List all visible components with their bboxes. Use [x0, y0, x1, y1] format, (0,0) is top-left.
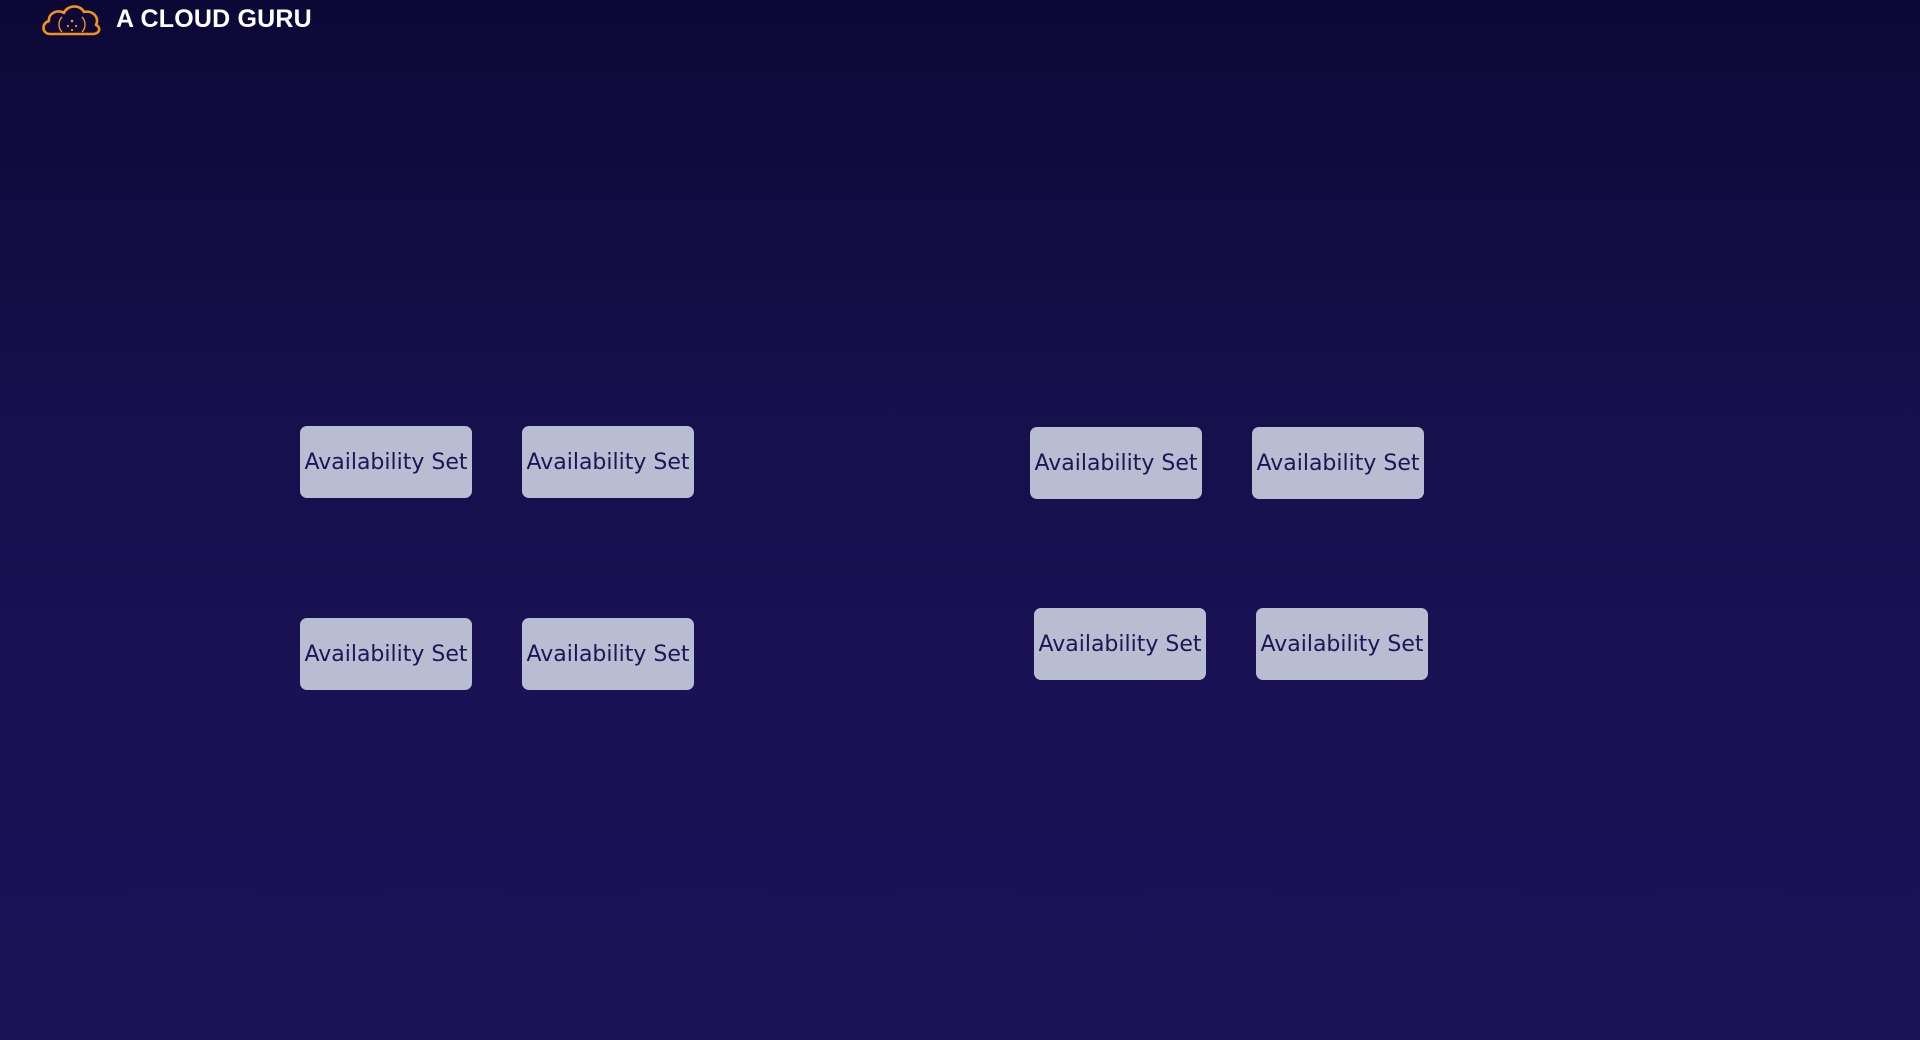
availability-set-box: Availability Set	[1034, 608, 1206, 680]
cloud-logo-icon	[40, 1, 104, 37]
availability-set-box: Availability Set	[1252, 427, 1424, 499]
availability-set-box: Availability Set	[1256, 608, 1428, 680]
availability-set-box: Availability Set	[300, 618, 472, 690]
brand-logo: A CLOUD GURU	[40, 0, 312, 38]
availability-set-box: Availability Set	[1030, 427, 1202, 499]
brand-name: A CLOUD GURU	[116, 4, 312, 33]
availability-set-box: Availability Set	[300, 426, 472, 498]
availability-set-box: Availability Set	[522, 618, 694, 690]
availability-set-box: Availability Set	[522, 426, 694, 498]
